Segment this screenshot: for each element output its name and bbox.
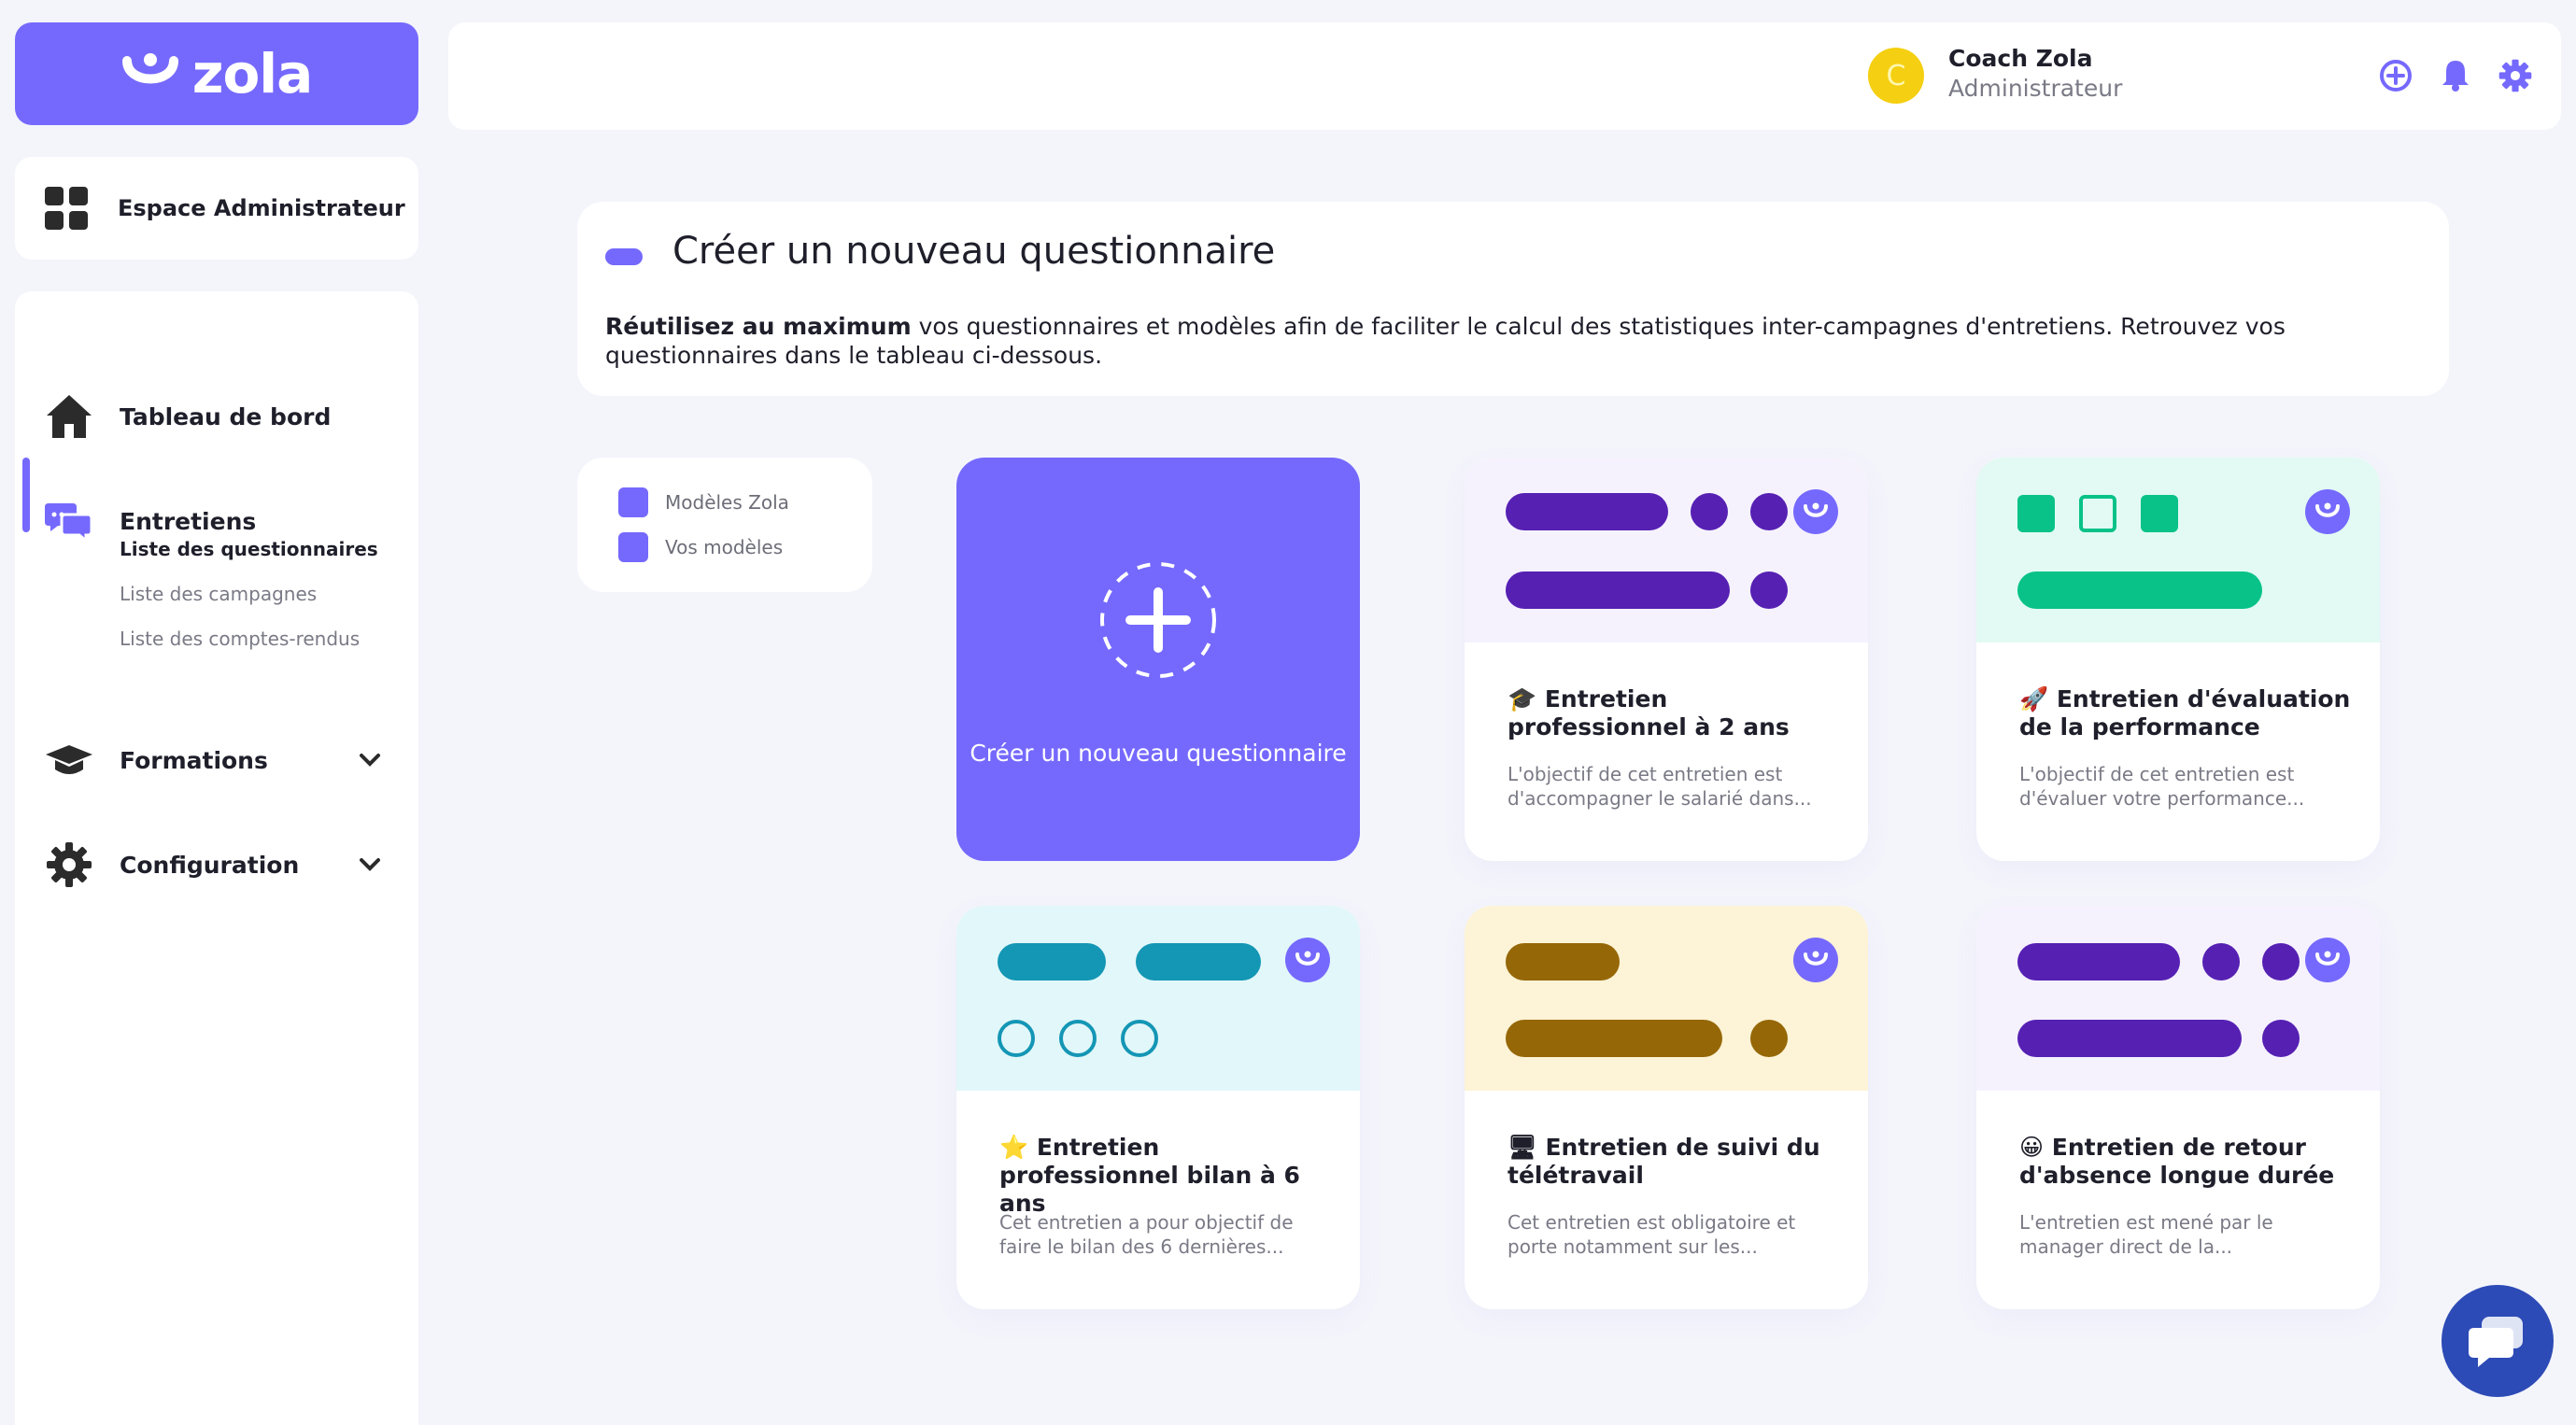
card-description: L'objectif de cet entretien est d'évalue… <box>2019 763 2305 810</box>
card-title: 🎓 Entretien professionnel à 2 ans <box>1507 685 1790 741</box>
template-filter: Modèles Zola Vos modèles <box>577 458 872 592</box>
zola-logo[interactable]: zola <box>15 22 418 125</box>
sidebar-item-label: Entretiens <box>120 507 257 535</box>
add-circle-icon[interactable] <box>2376 56 2415 95</box>
card-emoji-icon: 🚀 <box>2019 685 2049 712</box>
add-dashed-icon <box>1100 562 1216 678</box>
create-questionnaire-card[interactable]: Créer un nouveau questionnaire <box>956 458 1360 861</box>
card-title: 🖥 Entretien de suivi du télétravail <box>1507 1134 1820 1189</box>
chevron-down-icon[interactable] <box>351 741 389 779</box>
zola-badge-icon <box>1793 938 1838 982</box>
smile-logo-icon <box>121 53 178 84</box>
create-questionnaire-label: Créer un nouveau questionnaire <box>970 740 1347 767</box>
chevron-down-icon[interactable] <box>351 846 389 883</box>
filter-zola-templates[interactable]: Modèles Zola <box>618 487 789 517</box>
sidebar-item-label: Configuration <box>120 851 300 879</box>
sidebar-item-label: Formations <box>120 746 268 774</box>
sidebar-item-trainings[interactable]: Formations <box>15 732 418 788</box>
card-description: L'objectif de cet entretien est d'accomp… <box>1507 763 1812 810</box>
chat-icon <box>2469 1317 2523 1367</box>
sidebar-item-dashboard[interactable]: Tableau de bord <box>15 388 418 444</box>
card-emoji-icon: 😀 <box>2019 1134 2045 1161</box>
card-title: ⭐ Entretien professionnel bilan à 6 ans <box>999 1134 1300 1217</box>
filter-label: Vos modèles <box>665 536 784 558</box>
card-illustration <box>1465 906 1868 1091</box>
zola-badge-icon <box>1793 489 1838 534</box>
chat-bubbles-icon <box>43 495 95 547</box>
checkbox[interactable] <box>618 532 648 562</box>
logo-text: zola <box>191 42 314 106</box>
checkbox[interactable] <box>618 487 648 517</box>
home-icon <box>43 390 95 443</box>
card-illustration <box>956 906 1360 1091</box>
chat-support-button[interactable] <box>2442 1285 2554 1397</box>
sidebar-item-label: Tableau de bord <box>120 402 332 430</box>
filter-my-templates[interactable]: Vos modèles <box>618 532 783 562</box>
filter-label: Modèles Zola <box>665 491 789 514</box>
zola-badge-icon <box>1285 938 1330 982</box>
user-role: Administrateur <box>1948 75 2123 102</box>
gear-icon <box>43 839 95 891</box>
avatar[interactable]: C <box>1868 48 1924 104</box>
card-description: Cet entretien est obligatoire et porte n… <box>1507 1211 1796 1258</box>
card-title: 🚀 Entretien d'évaluation de la performan… <box>2019 685 2351 741</box>
graduation-cap-icon <box>43 734 95 786</box>
card-emoji-icon: ⭐ <box>999 1134 1029 1161</box>
zola-badge-icon <box>2305 489 2350 534</box>
admin-space-label: Espace Administrateur <box>118 195 405 221</box>
accent-pill <box>605 248 643 265</box>
card-emoji-icon: 🎓 <box>1507 685 1537 712</box>
card-description: Cet entretien a pour objectif de faire l… <box>999 1211 1294 1258</box>
admin-space-button[interactable]: Espace Administrateur <box>15 157 418 260</box>
bell-icon[interactable] <box>2436 56 2475 95</box>
intro-banner: Créer un nouveau questionnaire Réutilise… <box>577 202 2449 396</box>
user-name: Coach Zola <box>1948 45 2093 72</box>
sidebar-nav: Tableau de bord Entretiens Liste des que… <box>15 291 418 1425</box>
zola-badge-icon <box>2305 938 2350 982</box>
card-illustration <box>1465 458 1868 642</box>
subnav-reports[interactable]: Liste des comptes-rendus <box>120 628 360 650</box>
sidebar-item-configuration[interactable]: Configuration <box>15 837 418 893</box>
banner-description-bold: Réutilisez au maximum <box>605 313 912 340</box>
questionnaire-card[interactable]: 🖥 Entretien de suivi du télétravail Cet … <box>1465 906 1868 1309</box>
card-emoji-icon: 🖥 <box>1507 1134 1537 1161</box>
subnav-campaigns[interactable]: Liste des campagnes <box>120 583 317 605</box>
questionnaire-card[interactable]: 😀 Entretien de retour d'absence longue d… <box>1976 906 2380 1309</box>
subnav-questionnaires[interactable]: Liste des questionnaires <box>120 538 378 560</box>
card-illustration <box>1976 906 2380 1091</box>
gear-icon[interactable] <box>2496 56 2535 95</box>
page-title: Créer un nouveau questionnaire <box>672 230 1276 273</box>
banner-description: Réutilisez au maximum vos questionnaires… <box>605 312 2427 370</box>
questionnaire-card[interactable]: 🎓 Entretien professionnel à 2 ans L'obje… <box>1465 458 1868 861</box>
card-illustration <box>1976 458 2380 642</box>
card-title: 😀 Entretien de retour d'absence longue d… <box>2019 1134 2335 1189</box>
top-header: C Coach Zola Administrateur <box>448 22 2561 130</box>
questionnaire-card[interactable]: ⭐ Entretien professionnel bilan à 6 ans … <box>956 906 1360 1309</box>
questionnaire-card[interactable]: 🚀 Entretien d'évaluation de la performan… <box>1976 458 2380 861</box>
card-description: L'entretien est mené par le manager dire… <box>2019 1211 2273 1258</box>
grid-icon <box>45 187 88 230</box>
